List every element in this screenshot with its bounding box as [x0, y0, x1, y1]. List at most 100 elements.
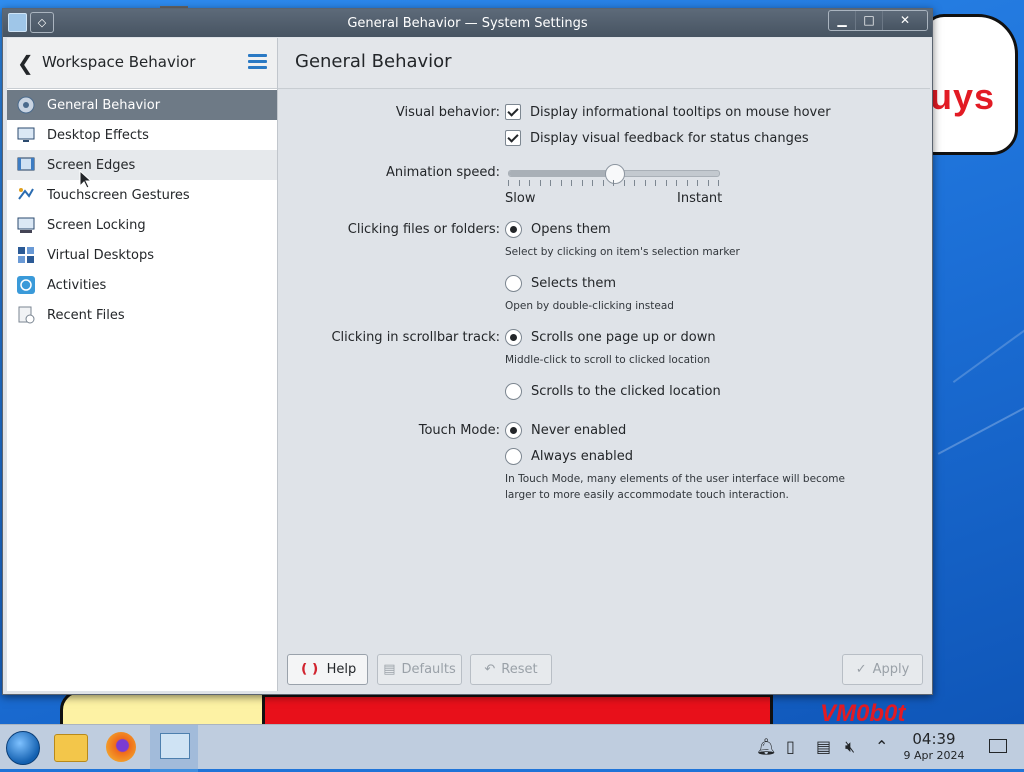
slider-fill	[509, 171, 614, 176]
sidebar-item-recent-files[interactable]: Recent Files	[7, 300, 277, 330]
help-button[interactable]: ❪❫ Help	[287, 654, 368, 685]
tooltips-checkbox-label: Display informational tooltips on mouse …	[530, 104, 831, 120]
firefox-icon[interactable]	[106, 732, 136, 762]
start-menu-icon[interactable]	[6, 731, 40, 765]
sidebar-item-label: Virtual Desktops	[47, 247, 154, 263]
scroll-page-hint: Middle-click to scroll to clicked locati…	[505, 354, 711, 366]
slider-tick	[550, 180, 551, 186]
selects-them-radio-row[interactable]: Selects them	[505, 275, 616, 292]
scrollbar-track-label: Clicking in scrollbar track:	[331, 330, 500, 345]
desktop-decoration	[262, 694, 773, 724]
touchscreen-gestures-icon	[16, 185, 36, 205]
selects-them-radio[interactable]	[505, 275, 522, 292]
desktop-cloud-text: uys	[930, 76, 996, 117]
selects-them-hint: Open by double-clicking instead	[505, 300, 674, 312]
notifications-icon[interactable]: 🔔︎	[756, 737, 776, 756]
slider-tick	[655, 180, 656, 186]
slider-tick	[540, 180, 541, 186]
clock-date[interactable]: 9 Apr 2024	[896, 749, 972, 762]
slider-tick	[708, 180, 709, 186]
sidebar-item-activities[interactable]: Activities	[7, 270, 277, 300]
slider-tick	[697, 180, 698, 186]
slider-tick	[634, 180, 635, 186]
sidebar-item-label: Touchscreen Gestures	[47, 187, 190, 203]
sidebar-list: General Behavior Desktop Effects Screen …	[7, 90, 277, 330]
slider-tick	[687, 180, 688, 186]
opens-them-label: Opens them	[531, 222, 611, 237]
reset-button[interactable]: ↶ Reset	[470, 654, 552, 685]
slider-tick	[676, 180, 677, 186]
system-settings-icon	[160, 733, 190, 759]
reset-button-label: Reset	[501, 662, 538, 677]
scroll-location-radio[interactable]	[505, 383, 522, 400]
window-titlebar[interactable]: ◇ General Behavior — System Settings ▁ □…	[3, 9, 932, 37]
tooltips-checkbox-row[interactable]: Display informational tooltips on mouse …	[505, 104, 831, 120]
system-settings-window: ◇ General Behavior — System Settings ▁ □…	[2, 8, 933, 695]
scroll-location-radio-row[interactable]: Scrolls to the clicked location	[505, 383, 721, 400]
scroll-page-radio[interactable]	[505, 329, 522, 346]
back-icon[interactable]: ❮	[17, 51, 34, 75]
mouse-cursor	[79, 170, 93, 189]
scroll-location-label: Scrolls to the clicked location	[531, 384, 721, 399]
network-icon[interactable]: ▯	[786, 737, 795, 756]
visual-behavior-label: Visual behavior:	[395, 105, 500, 120]
sidebar-item-desktop-effects[interactable]: Desktop Effects	[7, 120, 277, 150]
feedback-checkbox[interactable]	[505, 130, 521, 146]
slider-tick	[571, 180, 572, 186]
taskbar-system-settings[interactable]	[150, 725, 198, 772]
sidebar-header: ❮ Workspace Behavior	[7, 38, 277, 89]
touch-never-radio-row[interactable]: Never enabled	[505, 422, 626, 439]
apply-button-label: Apply	[872, 662, 910, 677]
animation-speed-slider[interactable]	[508, 164, 720, 184]
slider-tick	[613, 180, 614, 186]
minimize-button[interactable]: ▁	[829, 11, 856, 30]
touch-mode-hint-line1: In Touch Mode, many elements of the user…	[505, 473, 845, 485]
expand-tray-icon[interactable]: ⌃	[875, 737, 888, 756]
close-button[interactable]: ✕	[883, 11, 927, 30]
taskbar: 🔔︎ ▯ ▤ 🔇︎ ⌃ 04:39 9 Apr 2024	[0, 724, 1024, 772]
defaults-icon: ▤	[383, 662, 396, 677]
slider-tick	[718, 180, 719, 186]
desktop-effects-icon	[16, 125, 36, 145]
hamburger-menu-icon[interactable]	[248, 54, 267, 69]
clipboard-icon[interactable]: ▤	[816, 737, 831, 756]
defaults-button[interactable]: ▤ Defaults	[377, 654, 462, 685]
touch-always-label: Always enabled	[531, 449, 634, 464]
opens-them-hint: Select by clicking on item's selection m…	[505, 246, 740, 258]
apply-button[interactable]: ✓ Apply	[842, 654, 923, 685]
slider-tick	[519, 180, 520, 186]
sidebar-item-screen-locking[interactable]: Screen Locking	[7, 210, 277, 240]
sidebar-title: Workspace Behavior	[42, 53, 196, 71]
help-button-label: Help	[326, 662, 357, 677]
window-title: General Behavior — System Settings	[347, 16, 588, 31]
sidebar-item-label: General Behavior	[47, 97, 161, 113]
desktop-decoration	[952, 299, 1024, 383]
tooltips-checkbox[interactable]	[505, 104, 521, 120]
maximize-button[interactable]: □	[856, 11, 883, 30]
touch-always-radio-row[interactable]: Always enabled	[505, 448, 633, 465]
scroll-page-radio-row[interactable]: Scrolls one page up or down	[505, 329, 716, 346]
sidebar-item-screen-edges[interactable]: Screen Edges	[7, 150, 277, 180]
slider-ticks	[508, 180, 719, 187]
file-manager-icon[interactable]	[54, 734, 88, 762]
touch-never-radio[interactable]	[505, 422, 522, 439]
scroll-page-label: Scrolls one page up or down	[531, 330, 716, 345]
sidebar-item-label: Desktop Effects	[47, 127, 149, 143]
animation-speed-label: Animation speed:	[385, 165, 500, 180]
opens-them-radio[interactable]	[505, 221, 522, 238]
screen-locking-icon	[16, 215, 36, 235]
sidebar-item-touchscreen-gestures[interactable]: Touchscreen Gestures	[7, 180, 277, 210]
desktop-decoration	[937, 387, 1024, 455]
feedback-checkbox-row[interactable]: Display visual feedback for status chang…	[505, 130, 809, 146]
touch-always-radio[interactable]	[505, 448, 522, 465]
slider-tick	[529, 180, 530, 186]
sidebar-item-virtual-desktops[interactable]: Virtual Desktops	[7, 240, 277, 270]
slider-tick	[666, 180, 667, 186]
show-desktop-icon[interactable]	[989, 739, 1007, 753]
general-behavior-icon	[16, 95, 36, 115]
opens-them-radio-row[interactable]: Opens them	[505, 221, 611, 238]
volume-muted-icon[interactable]: 🔇︎	[845, 737, 855, 757]
checkmark-icon: ✓	[855, 662, 867, 677]
sidebar-item-general-behavior[interactable]: General Behavior	[7, 90, 277, 120]
clock-time[interactable]: 04:39	[900, 730, 968, 748]
